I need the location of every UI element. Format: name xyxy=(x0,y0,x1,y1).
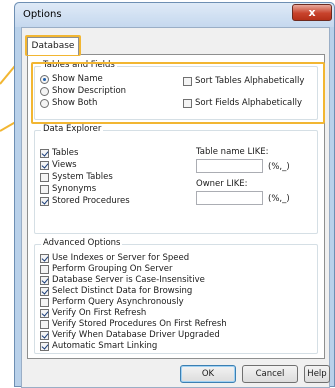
cancel-button[interactable]: Cancel xyxy=(242,365,298,383)
checkbox-label: Tables xyxy=(52,148,79,158)
radio-indicator[interactable] xyxy=(40,86,49,96)
ok-button[interactable]: OK xyxy=(180,365,236,383)
radio-indicator[interactable] xyxy=(40,98,49,108)
checkbox-system-tables[interactable]: System Tables xyxy=(40,172,113,182)
checkbox-query-async[interactable]: Perform Query Asynchronously xyxy=(40,297,184,307)
radio-show-description[interactable]: Show Description xyxy=(40,86,126,96)
radio-show-both[interactable]: Show Both xyxy=(40,98,97,108)
checkbox-label: Sort Tables Alphabetically xyxy=(195,76,305,86)
table-name-like-label: Table name LIKE: xyxy=(196,147,269,157)
checkbox-stored-procedures[interactable]: Stored Procedures xyxy=(40,196,130,206)
checkbox-indicator[interactable] xyxy=(183,76,192,86)
checkbox-verify-driver-upgraded[interactable]: Verify When Database Driver Upgraded xyxy=(40,330,220,340)
title-bar[interactable]: Options x xyxy=(15,3,334,27)
checkbox-label: Verify When Database Driver Upgraded xyxy=(52,330,220,340)
checkbox-select-distinct[interactable]: Select Distinct Data for Browsing xyxy=(40,286,192,296)
owner-like-hint: (%,_) xyxy=(268,194,290,204)
checkbox-verify-first-refresh[interactable]: Verify On First Refresh xyxy=(40,308,146,318)
checkbox-synonyms[interactable]: Synonyms xyxy=(40,184,96,194)
checkbox-indicator[interactable] xyxy=(183,98,192,108)
checkbox-tables[interactable]: Tables xyxy=(40,148,78,158)
close-icon: x xyxy=(308,6,316,19)
checkbox-label: System Tables xyxy=(52,172,113,182)
dialog-client: Database Tables and Fields Show Name Sho… xyxy=(21,27,330,388)
checkbox-label: Synonyms xyxy=(52,184,97,194)
radio-indicator[interactable] xyxy=(40,74,49,84)
checkbox-label: Verify Stored Procedures On First Refres… xyxy=(52,319,227,329)
group-label: Tables and Fields xyxy=(41,60,117,70)
checkbox-label: Automatic Smart Linking xyxy=(52,341,158,351)
checkbox-indicator[interactable] xyxy=(40,160,49,170)
checkbox-indicator[interactable] xyxy=(40,172,49,182)
table-name-like-input[interactable] xyxy=(196,159,263,173)
options-window: Options x Database Tables and Fields Sho… xyxy=(14,2,335,388)
close-button[interactable]: x xyxy=(292,4,332,21)
owner-like-label: Owner LIKE: xyxy=(196,179,248,189)
checkbox-label: Views xyxy=(52,160,77,170)
checkbox-label: Stored Procedures xyxy=(52,196,130,206)
checkbox-label: Sort Fields Alphabetically xyxy=(195,98,302,108)
help-button[interactable]: Help xyxy=(304,365,330,383)
checkbox-indicator[interactable] xyxy=(40,308,49,318)
checkbox-views[interactable]: Views xyxy=(40,160,77,170)
checkbox-case-insensitive[interactable]: Database Server is Case-Insensitive xyxy=(40,275,205,285)
window-title: Options xyxy=(23,9,62,20)
checkbox-indicator[interactable] xyxy=(40,330,49,340)
checkbox-indicator[interactable] xyxy=(40,275,49,285)
owner-like-input[interactable] xyxy=(196,191,263,205)
group-label: Data Explorer xyxy=(41,124,104,134)
checkbox-label: Perform Query Asynchronously xyxy=(52,297,184,307)
checkbox-sort-tables[interactable]: Sort Tables Alphabetically xyxy=(183,76,304,86)
checkbox-indicator[interactable] xyxy=(40,264,49,274)
checkbox-indicator[interactable] xyxy=(40,341,49,351)
radio-label: Show Name xyxy=(52,74,103,84)
group-label: Advanced Options xyxy=(41,238,123,248)
checkbox-label: Select Distinct Data for Browsing xyxy=(52,286,193,296)
checkbox-indicator[interactable] xyxy=(40,253,49,263)
checkbox-label: Use Indexes or Server for Speed xyxy=(52,253,190,263)
tab-database[interactable]: Database xyxy=(27,37,79,55)
checkbox-grouping-on-server[interactable]: Perform Grouping On Server xyxy=(40,264,172,274)
table-name-like-hint: (%,_) xyxy=(268,162,290,172)
checkbox-verify-stored-procedures[interactable]: Verify Stored Procedures On First Refres… xyxy=(40,319,227,329)
checkbox-smart-linking[interactable]: Automatic Smart Linking xyxy=(40,341,157,351)
checkbox-use-indexes[interactable]: Use Indexes or Server for Speed xyxy=(40,253,189,263)
checkbox-label: Verify On First Refresh xyxy=(52,308,147,318)
tab-panel: Tables and Fields Show Name Show Descrip… xyxy=(27,54,325,359)
data-explorer-group: Data Explorer xyxy=(34,124,318,234)
checkbox-label: Database Server is Case-Insensitive xyxy=(52,275,205,285)
checkbox-indicator[interactable] xyxy=(40,286,49,296)
checkbox-sort-fields[interactable]: Sort Fields Alphabetically xyxy=(183,98,302,108)
radio-label: Show Both xyxy=(52,98,98,108)
checkbox-indicator[interactable] xyxy=(40,319,49,329)
radio-label: Show Description xyxy=(52,86,127,96)
checkbox-indicator[interactable] xyxy=(40,148,49,158)
radio-show-name[interactable]: Show Name xyxy=(40,74,103,84)
checkbox-indicator[interactable] xyxy=(40,196,49,206)
checkbox-label: Perform Grouping On Server xyxy=(52,264,173,274)
checkbox-indicator[interactable] xyxy=(40,184,49,194)
checkbox-indicator[interactable] xyxy=(40,297,49,307)
